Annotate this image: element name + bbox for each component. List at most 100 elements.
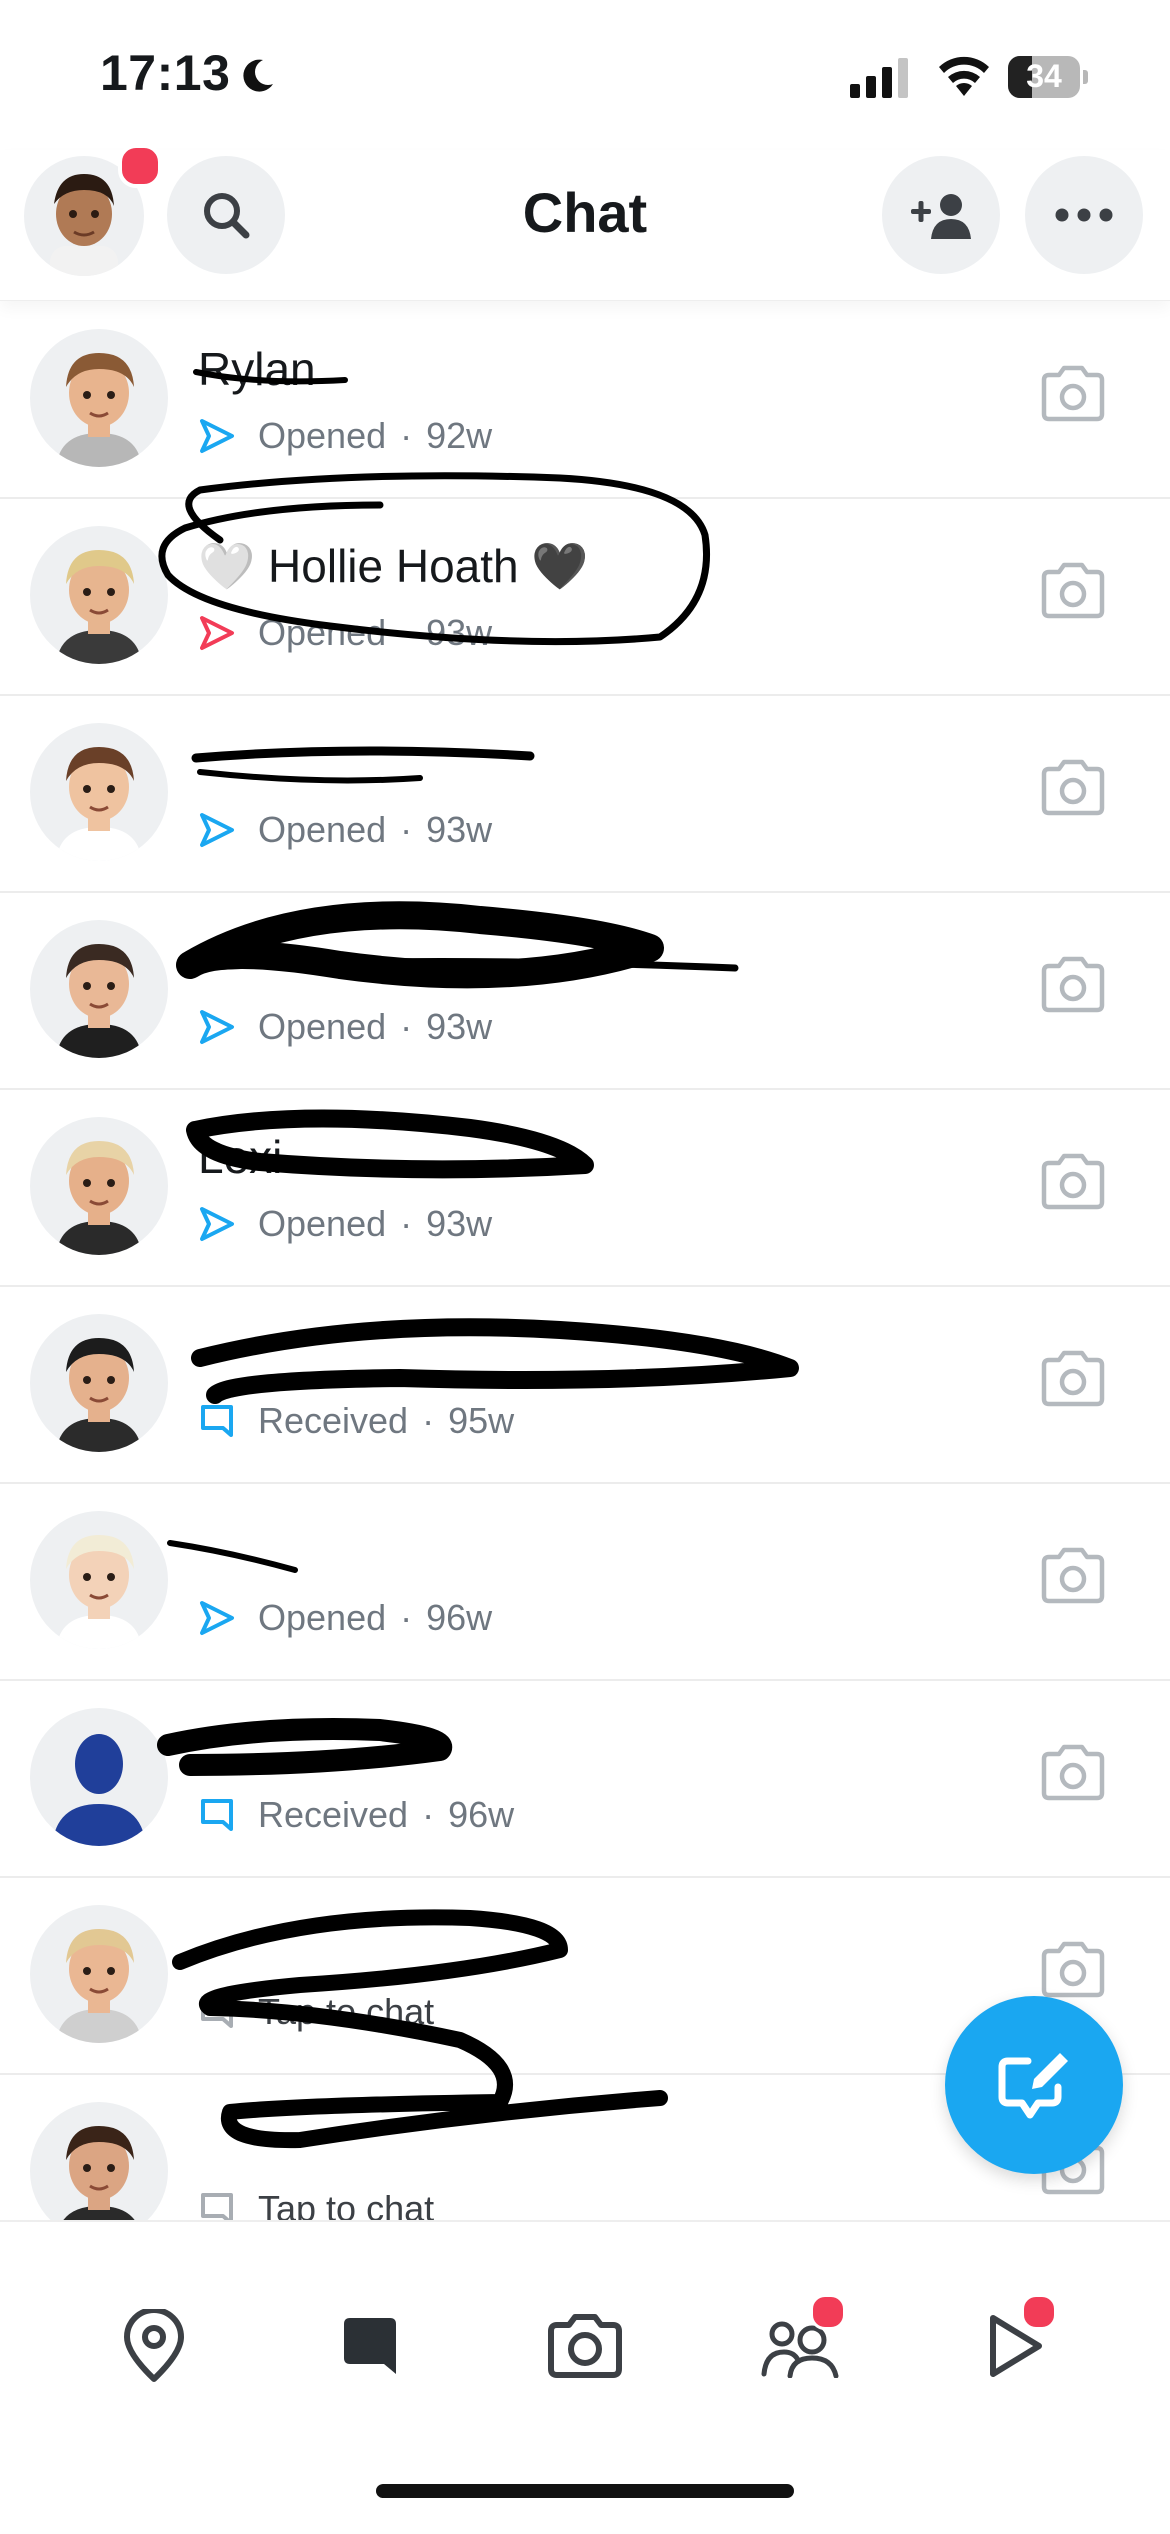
profile-notification-dot xyxy=(118,144,162,188)
tab-map[interactable] xyxy=(114,2306,194,2386)
bitmoji-avatar-icon xyxy=(56,747,142,861)
chat-icon xyxy=(344,2318,396,2374)
chat-row[interactable]: Opened · 96w xyxy=(0,1482,1170,1681)
chat-status-separator: · xyxy=(400,809,413,850)
camera-icon[interactable] xyxy=(1040,758,1106,818)
chat-status: Opened · 93w xyxy=(198,609,492,657)
search-icon xyxy=(204,193,250,239)
chat-status-label: Received xyxy=(258,1794,409,1835)
chat-avatar[interactable] xyxy=(30,2102,168,2220)
chat-name: Rylan xyxy=(198,343,316,395)
bitmoji-avatar-icon xyxy=(56,1141,142,1255)
chat-status: Received · 95w xyxy=(198,1397,514,1445)
empty-chat-icon xyxy=(201,2193,233,2220)
camera-icon[interactable] xyxy=(1040,1743,1106,1803)
chat-status: Received · 96w xyxy=(198,1791,514,1839)
chat-status-label: Opened xyxy=(258,1203,387,1244)
bitmoji-avatar-icon xyxy=(56,944,142,1058)
chat-row[interactable]: Opened · 93w xyxy=(0,694,1170,893)
camera-icon[interactable] xyxy=(1040,561,1106,621)
stories-notification-dot xyxy=(1021,2294,1057,2330)
camera-icon[interactable] xyxy=(1040,955,1106,1015)
do-not-disturb-moon-icon xyxy=(243,59,273,92)
camera-tab-icon xyxy=(548,2314,622,2378)
chat-row[interactable]: Received · 95w xyxy=(0,1285,1170,1484)
chat-list[interactable]: Rylan Opened · 92w 🤍 Hollie Hoath 🖤 Opened · 9… xyxy=(0,300,1170,2220)
chat-avatar[interactable] xyxy=(30,1511,168,1649)
camera-icon[interactable] xyxy=(1040,1152,1106,1212)
chat-status-label: Opened xyxy=(258,809,387,850)
wifi-icon xyxy=(939,56,989,96)
tab-friends[interactable] xyxy=(760,2294,846,2386)
chat-status-label: Opened xyxy=(258,1006,387,1047)
chat-avatar[interactable] xyxy=(30,1314,168,1452)
chat-status-label: Tap to chat xyxy=(258,1991,435,2032)
add-friend-button[interactable] xyxy=(882,156,1000,274)
cellular-signal-icon xyxy=(850,58,908,98)
home-indicator xyxy=(376,2484,794,2498)
camera-icon[interactable] xyxy=(1040,364,1106,424)
chat-avatar[interactable] xyxy=(30,723,168,861)
bitmoji-avatar-icon xyxy=(56,550,142,664)
chat-status-label: Tap to chat xyxy=(258,2188,435,2220)
chat-header: Chat xyxy=(0,144,1170,301)
chat-name: 🤍 Hollie Hoath 🖤 xyxy=(198,540,589,592)
chat-age: 95w xyxy=(448,1400,515,1441)
tab-camera[interactable] xyxy=(545,2306,625,2386)
opened-arrow-icon xyxy=(200,419,234,453)
chat-status-separator: · xyxy=(400,1006,413,1047)
chat-avatar[interactable] xyxy=(30,1708,168,1846)
battery-indicator: 34 xyxy=(1008,56,1088,100)
status-bar: 17:13 34 xyxy=(0,0,1170,150)
camera-icon[interactable] xyxy=(1040,1940,1106,2000)
chat-status-label: Opened xyxy=(258,415,387,456)
bitmoji-avatar-icon xyxy=(56,1535,142,1649)
chat-status: Tap to chat xyxy=(198,2185,448,2220)
chat-status-label: Received xyxy=(258,1400,409,1441)
chat-status-separator: · xyxy=(400,612,413,653)
chat-row[interactable]: Rylan Opened · 92w xyxy=(0,300,1170,499)
more-options-button[interactable] xyxy=(1025,156,1143,274)
new-chat-button[interactable] xyxy=(945,1996,1123,2174)
chat-age: 93w xyxy=(426,612,493,653)
chat-avatar[interactable] xyxy=(30,1117,168,1255)
search-button[interactable] xyxy=(167,156,285,274)
bitmoji-avatar-icon xyxy=(56,1929,142,2043)
opened-arrow-icon xyxy=(200,616,234,650)
chat-avatar[interactable] xyxy=(30,920,168,1058)
chat-age: 92w xyxy=(426,415,493,456)
chat-age: 96w xyxy=(448,1794,515,1835)
camera-icon[interactable] xyxy=(1040,1546,1106,1606)
chat-status-label: Opened xyxy=(258,612,387,653)
chat-avatar[interactable] xyxy=(30,1905,168,2043)
chat-avatar[interactable] xyxy=(30,329,168,467)
chat-name: Lexi xyxy=(198,1131,283,1183)
chat-row[interactable]: Opened · 93w xyxy=(0,891,1170,1090)
silhouette-avatar-icon xyxy=(52,1734,146,1846)
bitmoji-avatar-icon xyxy=(56,353,142,467)
chat-row[interactable]: 🤍 Hollie Hoath 🖤 Opened · 93w xyxy=(0,497,1170,696)
chat-status: Opened · 93w xyxy=(198,806,492,854)
chat-row[interactable]: Lexi Opened · 93w xyxy=(0,1088,1170,1287)
chat-status-separator: · xyxy=(422,1794,435,1835)
chat-status: Tap to chat xyxy=(198,1988,448,2036)
battery-percent: 34 xyxy=(1026,58,1062,94)
tab-chat[interactable] xyxy=(330,2306,410,2386)
more-icon xyxy=(1055,208,1113,222)
chat-status: Opened · 96w xyxy=(198,1594,492,1642)
page-title: Chat xyxy=(522,181,648,244)
status-time: 17:13 xyxy=(100,45,231,101)
opened-arrow-icon xyxy=(200,1010,234,1044)
map-icon xyxy=(124,2309,184,2382)
tab-stories[interactable] xyxy=(975,2294,1057,2386)
chat-status: Opened · 93w xyxy=(198,1200,492,1248)
received-chat-icon xyxy=(201,1405,233,1437)
camera-icon[interactable] xyxy=(1040,1349,1106,1409)
chat-avatar[interactable] xyxy=(30,526,168,664)
received-chat-icon xyxy=(201,1799,233,1831)
new-chat-icon xyxy=(998,2053,1068,2119)
opened-arrow-icon xyxy=(200,813,234,847)
chat-age: 93w xyxy=(426,1203,493,1244)
chat-row[interactable]: Received · 96w xyxy=(0,1679,1170,1878)
chat-status-separator: · xyxy=(400,1597,413,1638)
